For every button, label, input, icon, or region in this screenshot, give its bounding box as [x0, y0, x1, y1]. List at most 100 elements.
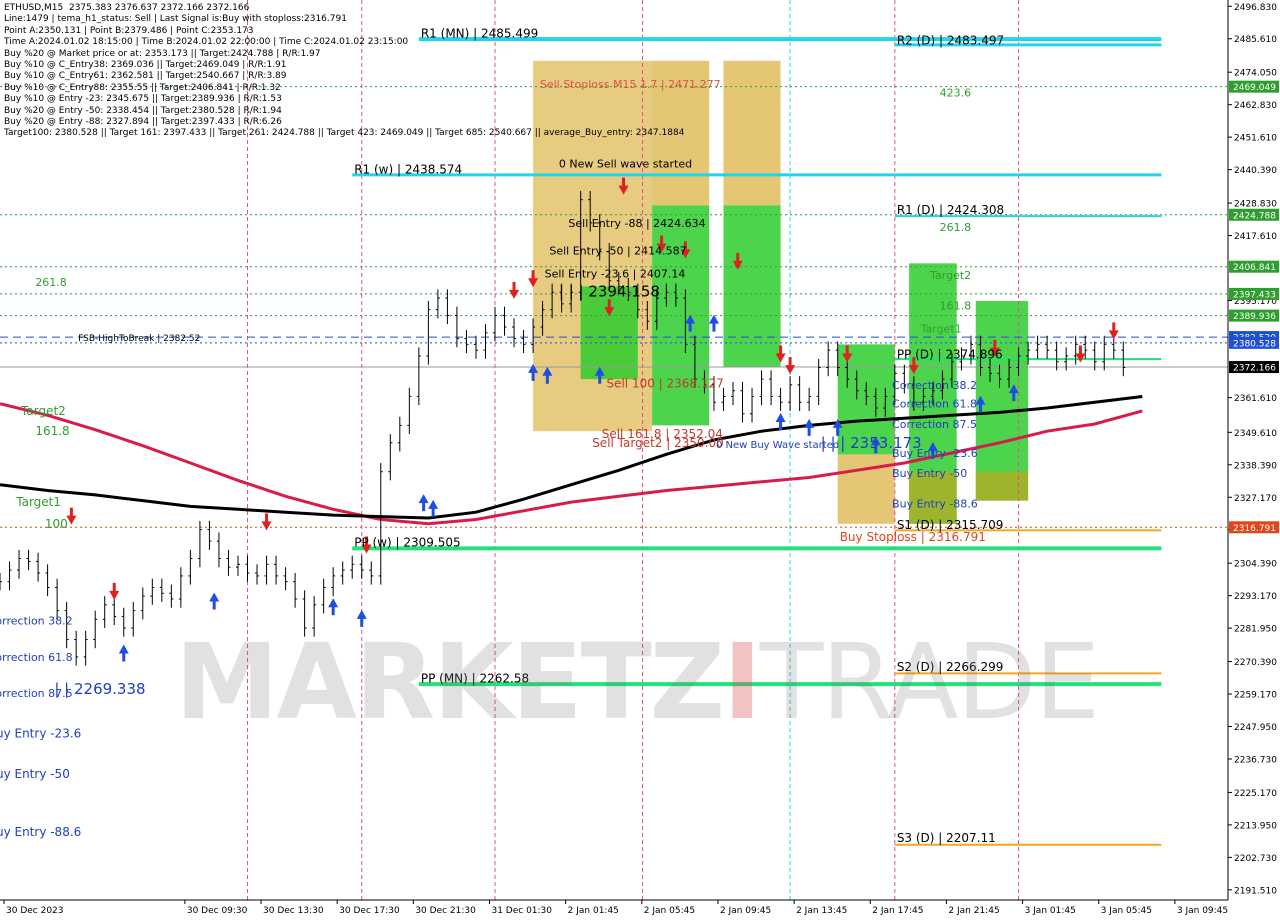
price-badge-label: 2469.049	[1233, 83, 1276, 93]
chart-annotation: Buy Entry -50	[892, 467, 967, 480]
price-badge-label: 2389.936	[1233, 312, 1276, 322]
chart-annotation: 161.8	[35, 424, 69, 438]
y-tick-label: 2338.390	[1234, 461, 1277, 471]
indicator-info-panel: ETHUSD,M15 2375.383 2376.637 2372.166 23…	[4, 3, 684, 140]
info-line: Time A:2024.01.02 18:15:00 | Time B:2024…	[4, 37, 409, 48]
price-badge-label: 2372.166	[1233, 364, 1276, 374]
y-tick-label: 2462.830	[1234, 101, 1277, 111]
watermark-tail: TRADE	[759, 621, 1101, 743]
price-badge-label: 2316.791	[1233, 524, 1276, 534]
chart-annotation: PP (w) | 2309.505	[354, 536, 460, 550]
chart-annotation: Correction 38.2	[892, 379, 977, 392]
chart-annotation: | | 2269.338	[54, 680, 145, 698]
y-tick-label: 2361.610	[1234, 394, 1277, 404]
chart-annotation: Correction 61.8	[892, 398, 977, 411]
info-line: Line:1479 | tema_h1_status: Sell | Last …	[4, 14, 347, 25]
chart-annotation: R2 (D) | 2483.497	[897, 34, 1004, 48]
y-tick-label: 2270.390	[1234, 658, 1277, 668]
x-tick-label: 30 Dec 09:30	[187, 906, 248, 916]
chart-annotation: Target2	[20, 404, 66, 418]
y-tick-label: 2247.950	[1234, 723, 1277, 733]
chart-annotation: FSB-HighToBreak | 2382.52	[78, 334, 200, 344]
watermark-accent: I	[723, 621, 762, 743]
chart-annotation: Sell Entry -50 | 2414.587	[549, 244, 686, 257]
x-tick-label: 2 Jan 17:45	[872, 906, 923, 916]
info-line: Point A:2350.131 | Point B:2379.486 | Po…	[4, 25, 254, 36]
y-tick-label: 2428.830	[1234, 200, 1277, 210]
y-tick-label: 2485.610	[1234, 35, 1277, 45]
info-line: Buy %20 @ Entry -50: 2338.454 || Target:…	[4, 105, 282, 116]
chart-annotation: 0 New Sell wave started	[559, 158, 692, 171]
chart-annotation: 261.8	[35, 276, 66, 289]
y-tick-label: 2451.610	[1234, 134, 1277, 144]
chart-annotation: R1 (w) | 2438.574	[354, 162, 462, 176]
y-tick-label: 2327.170	[1234, 494, 1277, 504]
x-tick-label: 3 Jan 05:45	[1101, 906, 1152, 916]
watermark-main: MARKETZ	[175, 621, 725, 743]
chart-annotation: Sell Entry -88 | 2424.634	[568, 217, 705, 230]
price-badge-label: 2424.788	[1233, 211, 1276, 221]
chart-annotation: 100	[45, 517, 68, 531]
signal-zone	[975, 300, 1029, 501]
price-badge-label: 2406.841	[1233, 263, 1276, 273]
info-line: Buy %20 @ Entry -88: 2327.894 || Target:…	[4, 117, 282, 128]
info-line: ETHUSD,M15 2375.383 2376.637 2372.166 23…	[4, 3, 250, 13]
y-tick-label: 2213.950	[1234, 821, 1277, 831]
y-tick-label: 2259.170	[1234, 691, 1277, 701]
chart-annotation: Buy Stoploss | 2316.791	[840, 530, 986, 544]
y-tick-label: 2281.950	[1234, 625, 1277, 635]
signal-zone	[975, 471, 1029, 501]
x-tick-label: 2 Jan 01:45	[568, 906, 619, 916]
price-badge-label: 2380.528	[1233, 339, 1276, 349]
info-line: Buy %10 @ Entry -23: 2345.675 || Target:…	[4, 94, 282, 105]
y-tick-label: 2440.390	[1234, 166, 1277, 176]
chart-root: R1 (MN) | 2485.499 R2 (D) | 2483.497 Sell …	[0, 0, 1280, 920]
y-tick-label: 2225.170	[1234, 789, 1277, 799]
y-tick-label: 2202.730	[1234, 854, 1277, 864]
chart-annotation: 261.8	[940, 221, 972, 234]
chart-annotation: Correction 38.2	[0, 615, 73, 628]
chart-annotation: Target1	[15, 495, 61, 509]
chart-annotation: Buy Entry -23.6	[0, 727, 81, 741]
chart-annotation: Correction 61.8	[0, 651, 73, 664]
y-tick-label: 2236.730	[1234, 755, 1277, 765]
x-tick-label: 31 Dec 01:30	[491, 906, 552, 916]
y-tick-label: 2474.050	[1234, 69, 1277, 79]
x-tick-label: 2 Jan 05:45	[644, 906, 695, 916]
chart-annotation: R1 (D) | 2424.308	[897, 203, 1004, 217]
chart-annotation: Correction 87.5	[892, 418, 977, 431]
x-tick-label: 2 Jan 09:45	[720, 906, 771, 916]
info-line: Target100: 2380.528 || Target 161: 2397.…	[4, 128, 685, 139]
signal-zone	[723, 205, 781, 368]
y-tick-label: 2304.390	[1234, 560, 1277, 570]
chart-annotation: Buy Entry -23.6	[892, 447, 978, 460]
chart-annotation: Sell Entry -23.6 | 2407.14	[545, 267, 686, 280]
x-tick-label: 2 Jan 21:45	[948, 906, 999, 916]
chart-annotation: 161.8	[940, 299, 972, 312]
chart-annotation: Target2	[929, 269, 971, 282]
chart-annotation: Buy Entry -88.6	[892, 498, 978, 511]
y-tick-label: 2417.610	[1234, 232, 1277, 242]
x-tick-label: 30 Dec 2023	[6, 906, 64, 916]
chart-annotation: Sell Target2 | 2350.00	[592, 436, 724, 450]
chart-annotation: PP (D) | 2374.896	[897, 348, 1003, 362]
y-tick-label: 2496.830	[1234, 3, 1277, 13]
chart-annotation: Target1	[920, 322, 962, 335]
x-tick-label: 30 Dec 21:30	[415, 906, 476, 916]
info-line: Buy %10 @ C_Entry38: 2369.036 || Target:…	[4, 60, 287, 71]
x-tick-label: 30 Dec 13:30	[263, 906, 324, 916]
chart-annotation: Buy Entry -50	[0, 767, 70, 781]
info-line: Buy %20 @ Market price or at: 2353.173 |…	[4, 48, 321, 59]
x-tick-label: 30 Dec 17:30	[339, 906, 400, 916]
watermark: MARKETZITRADE	[175, 630, 1100, 734]
signal-zone	[723, 60, 781, 206]
x-tick-label: 3 Jan 09:45	[1177, 906, 1228, 916]
chart-annotation: 423.6	[940, 87, 972, 100]
y-tick-label: 2191.510	[1234, 886, 1277, 896]
chart-annotation: | | | 2394.158	[559, 282, 660, 300]
x-tick-label: 2 Jan 13:45	[796, 906, 847, 916]
price-badge-label: 2397.433	[1233, 290, 1276, 300]
chart-annotation: Sell 100 | 2368.127	[606, 376, 723, 390]
x-tick-label: 3 Jan 01:45	[1025, 906, 1076, 916]
chart-annotation: S3 (D) | 2207.11	[897, 831, 996, 845]
